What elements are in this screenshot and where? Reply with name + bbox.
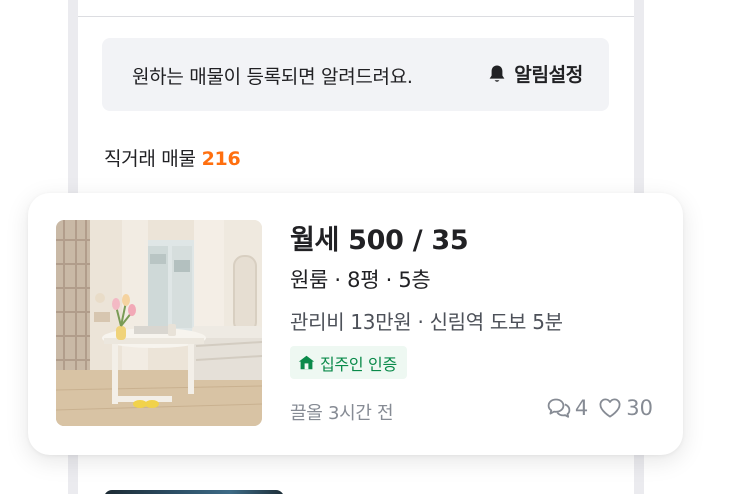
chat-bubbles-icon: [547, 398, 571, 418]
listing-extra-info: 관리비 13만원 · 신림역 도보 5분: [290, 310, 563, 334]
section-count: 216: [201, 148, 241, 170]
like-count: 30: [626, 396, 653, 420]
alert-message: 원하는 매물이 등록되면 알려드려요.: [132, 66, 413, 88]
heart-icon: [599, 398, 621, 418]
room-photo: [56, 220, 262, 426]
section-title: 직거래 매물 216: [104, 144, 241, 171]
section-title-label: 직거래 매물: [104, 148, 196, 170]
listing-time: 끌올 3시간 전: [290, 403, 394, 424]
chat-count: 4: [574, 396, 589, 420]
alert-setting-label: 알림설정: [514, 64, 583, 86]
next-listing-thumbnail: [104, 490, 284, 494]
house-icon: [298, 355, 315, 370]
owner-verified-badge: 집주인 인증: [290, 346, 407, 379]
listing-specs: 원룸 · 8평 · 5층: [290, 268, 431, 292]
top-divider: [78, 16, 634, 17]
listing-thumbnail: [56, 220, 262, 426]
listing-card[interactable]: 월세 500 / 35 원룸 · 8평 · 5층 관리비 13만원 · 신림역 …: [28, 193, 683, 455]
listing-stats: 4 30: [547, 396, 653, 420]
alert-setting-button[interactable]: 알림설정: [488, 60, 583, 87]
bell-icon: [489, 65, 505, 82]
listing-price: 월세 500 / 35: [290, 225, 469, 256]
owner-verified-label: 집주인 인증: [320, 354, 397, 374]
alert-banner: 원하는 매물이 등록되면 알려드려요. 알림설정: [102, 38, 609, 111]
